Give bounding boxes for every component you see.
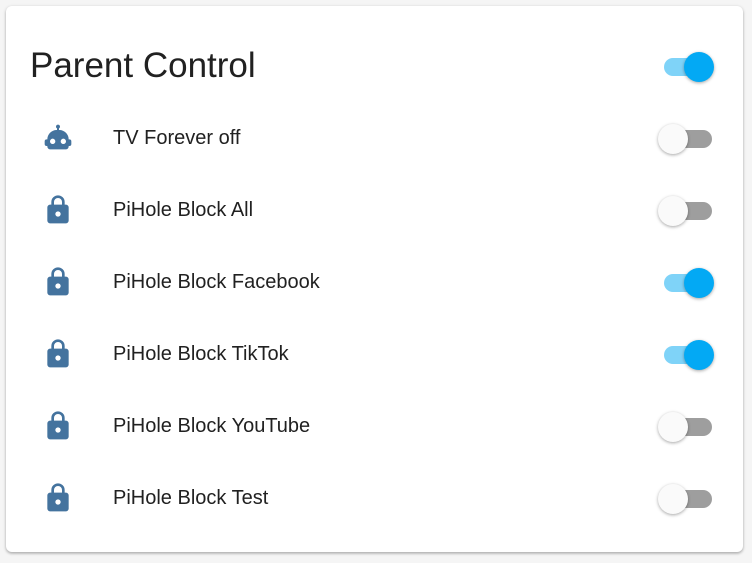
robot-icon <box>42 122 74 154</box>
entity-toggle[interactable] <box>658 120 714 154</box>
entity-toggle[interactable] <box>658 264 714 298</box>
entity-row: PiHole Block TikTok <box>6 326 743 382</box>
toggle-thumb <box>684 52 714 82</box>
toggle-thumb <box>684 268 714 298</box>
entity-toggle[interactable] <box>658 408 714 442</box>
master-toggle[interactable] <box>658 48 714 82</box>
toggle-thumb <box>658 484 688 514</box>
entity-label: PiHole Block Facebook <box>113 271 320 293</box>
entity-toggle[interactable] <box>658 336 714 370</box>
lock-icon <box>42 194 74 226</box>
entity-label: PiHole Block All <box>113 199 254 221</box>
entity-row: TV Forever off <box>6 110 743 166</box>
lock-icon <box>42 482 74 514</box>
parent-control-card: Parent Control TV Forever off PiHole Bloc… <box>6 6 743 552</box>
card-title: Parent Control <box>30 46 256 85</box>
entity-toggle[interactable] <box>658 192 714 226</box>
entity-label: TV Forever off <box>113 127 241 149</box>
entity-toggle[interactable] <box>658 480 714 514</box>
entity-label: PiHole Block YouTube <box>113 415 311 437</box>
lock-icon <box>42 266 74 298</box>
toggle-thumb <box>658 412 688 442</box>
entity-row: PiHole Block Test <box>6 470 743 526</box>
entity-row: PiHole Block All <box>6 182 743 238</box>
entity-row: PiHole Block YouTube <box>6 398 743 454</box>
toggle-thumb <box>658 196 688 226</box>
lock-icon <box>42 338 74 370</box>
entity-label: PiHole Block Test <box>113 487 269 509</box>
lock-icon <box>42 410 74 442</box>
toggle-thumb <box>684 340 714 370</box>
card-header: Parent Control <box>30 40 720 92</box>
entity-row: PiHole Block Facebook <box>6 254 743 310</box>
entity-label: PiHole Block TikTok <box>113 343 289 365</box>
toggle-thumb <box>658 124 688 154</box>
